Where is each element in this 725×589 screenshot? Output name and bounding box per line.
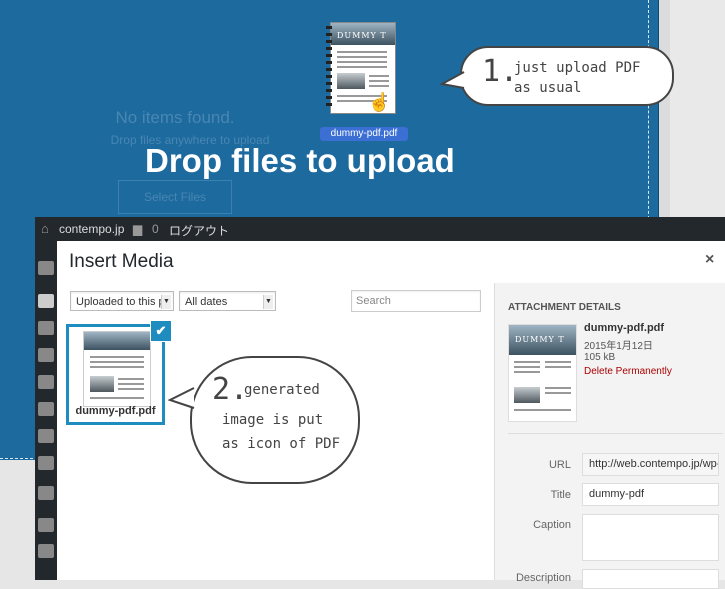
search-input[interactable]: Search (351, 290, 481, 312)
hand-cursor-icon: ☝ (368, 92, 391, 112)
filter-date-value: All dates (185, 296, 228, 308)
caption-field[interactable] (582, 514, 719, 561)
logout-link[interactable]: ログアウト (169, 222, 229, 239)
title-field[interactable]: dummy-pdf (582, 483, 719, 506)
tools-icon[interactable] (38, 544, 54, 558)
caption-label: Caption (533, 519, 571, 531)
callout1-line2: as usual (514, 80, 582, 96)
comments-icon[interactable]: ▆ (133, 222, 142, 236)
url-label: URL (548, 459, 571, 471)
details-filename: dummy-pdf.pdf (584, 322, 665, 334)
chevron-down-icon: ▼ (161, 295, 171, 309)
pin2-icon[interactable] (38, 348, 54, 362)
details-date: 2015年1月12日 (584, 341, 653, 352)
pdf-banner-text: DUMMY T (337, 31, 387, 40)
close-icon[interactable]: × (705, 251, 714, 269)
site-name-link[interactable]: contempo.jp (59, 222, 124, 236)
links-icon[interactable] (38, 402, 54, 416)
chevron-down-icon: ▼ (263, 295, 273, 309)
callout1-tail (440, 71, 465, 89)
home-icon[interactable]: ⌂ (41, 221, 49, 236)
callout2-line2: image is put (222, 412, 324, 428)
title-label: Title (550, 489, 571, 501)
callout-generated-hint: 2. generated image is put as icon of PDF (190, 356, 360, 484)
callout-upload-hint: 1. just upload PDF as usual (460, 46, 674, 106)
callout1-line1: just upload PDF (514, 60, 641, 76)
details-divider (508, 433, 723, 434)
pages-icon[interactable] (38, 429, 54, 443)
modal-title: Insert Media (69, 251, 174, 272)
pin-icon[interactable] (38, 321, 54, 335)
drop-headline: Drop files to upload (145, 142, 455, 179)
comments-menu-icon[interactable] (38, 456, 54, 470)
attachment-details-sidebar: ATTACHMENT DETAILS DUMMY T dummy-pdf.pdf… (494, 283, 725, 589)
details-thumb-banner: DUMMY T (515, 335, 565, 344)
details-heading: ATTACHMENT DETAILS (508, 302, 621, 313)
posts-icon[interactable] (38, 294, 54, 308)
callout2-line1: generated (244, 382, 320, 398)
dashboard-icon[interactable] (38, 261, 54, 275)
url-field[interactable]: http://web.contempo.jp/wp- (582, 453, 719, 476)
details-size: 105 kB (584, 352, 616, 363)
no-items-text: No items found. (115, 108, 235, 127)
check-icon[interactable]: ✔ (150, 320, 172, 342)
description-field[interactable] (582, 569, 719, 589)
admin-menu (35, 241, 57, 580)
filter-date-select[interactable]: All dates ▼ (179, 291, 276, 311)
comments-count[interactable]: 0 (152, 222, 159, 236)
callout2-tail (168, 387, 195, 409)
plugins-icon[interactable] (38, 518, 54, 532)
callout1-number: 1. (482, 54, 519, 89)
media-icon[interactable] (38, 375, 54, 389)
dragged-file-label: dummy-pdf.pdf (320, 127, 408, 141)
delete-permanently-link[interactable]: Delete Permanently (584, 366, 672, 377)
callout2-line3: as icon of PDF (222, 436, 341, 452)
select-files-button[interactable]: Select Files (118, 180, 232, 214)
thumbnail-filename: dummy-pdf.pdf (75, 405, 156, 417)
callout2-number: 2. (212, 372, 249, 407)
background-strip-light (670, 0, 725, 220)
filter-type-value: Uploaded to this po (76, 296, 171, 308)
dragged-pdf-icon[interactable]: DUMMY T ☝ (326, 20, 398, 116)
mail-icon[interactable] (38, 486, 54, 500)
details-thumbnail: DUMMY T (508, 324, 577, 422)
description-label: Description (515, 572, 571, 584)
admin-bar: ⌂ contempo.jp ▆ 0 ログアウト (35, 217, 725, 241)
filter-type-select[interactable]: Uploaded to this po ▼ (70, 291, 174, 311)
